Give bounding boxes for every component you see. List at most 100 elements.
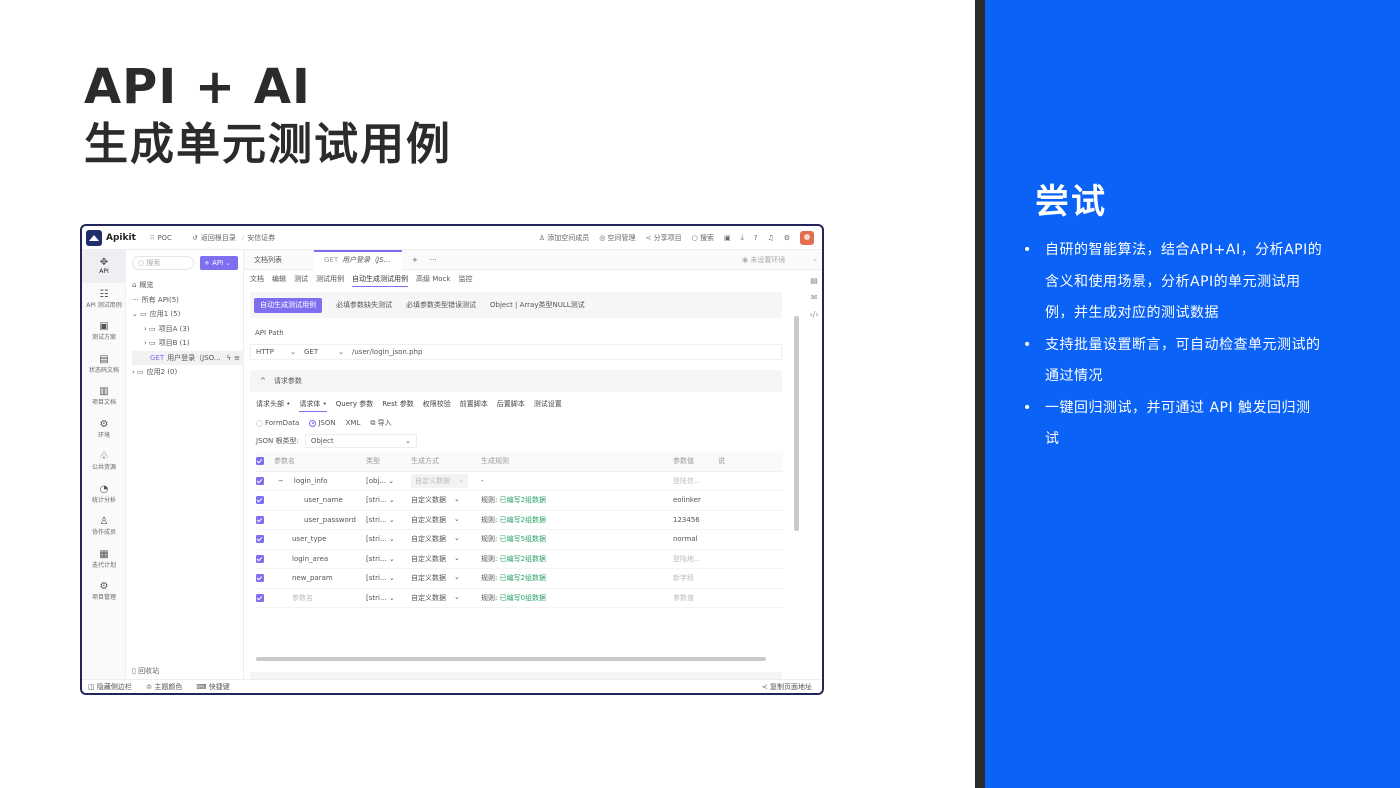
theme-color-button[interactable]: ♔ 主题颜色 (146, 682, 183, 692)
tree-item-project-a[interactable]: › ▭ 项目A (3) (132, 322, 244, 337)
gen-rule-cell[interactable]: 规则: 已编写2组数据 (481, 549, 673, 569)
rail-item-project-docs[interactable]: ▥ 项目文档 (82, 380, 126, 413)
select-all-checkbox[interactable] (256, 457, 264, 466)
subtab-test[interactable]: 测试 (294, 274, 308, 287)
row-checkbox[interactable] (256, 574, 264, 583)
ptab-headers[interactable]: 请求头部 • (256, 399, 290, 412)
subtab-edit[interactable]: 编辑 (272, 274, 286, 287)
rail-item-members[interactable]: ♙ 协作成员 (82, 510, 126, 543)
gen-rule-cell[interactable]: 规则: 已编写5组数据 (481, 529, 673, 550)
root-type-select[interactable]: Object ⌄ (304, 434, 417, 448)
row-checkbox[interactable] (256, 535, 264, 544)
option-null-object[interactable]: Object | Array类型NULL测试 (490, 300, 585, 310)
gen-mode-select[interactable]: 自定义数据 ⌄ (411, 510, 481, 530)
radio-json[interactable]: JSON (309, 419, 336, 427)
gen-rule-cell[interactable]: 规则: 已编写2组数据 (481, 510, 673, 530)
param-name-cell[interactable]: user_type (274, 529, 366, 550)
type-select[interactable]: [stri... ⌄ (366, 529, 411, 550)
param-value-cell[interactable]: normal (673, 529, 718, 550)
ptab-post-script[interactable]: 后置脚本 (497, 399, 525, 412)
share-project-button[interactable]: ≺ 分享项目 (646, 233, 682, 243)
gen-mode-select[interactable]: 自定义数据 ⌄ (411, 568, 481, 589)
subtab-test-cases[interactable]: 测试用例 (316, 274, 344, 287)
param-name-cell[interactable]: user_password (274, 510, 366, 530)
param-name-cell[interactable]: 参数名 (274, 588, 366, 608)
settings-icon[interactable]: ⚙ (784, 234, 790, 242)
param-value-cell[interactable]: eolinker (673, 490, 718, 511)
tree-item-all-apis[interactable]: ··· 所有 API(5) (132, 293, 244, 308)
ptab-query[interactable]: Query 参数 (336, 399, 374, 412)
radio-formdata[interactable]: FormData (256, 419, 299, 427)
type-select[interactable]: [stri... ⌄ (366, 510, 411, 530)
ptab-rest[interactable]: Rest 参数 (382, 399, 413, 412)
rail-item-test-plan[interactable]: ▣ 测试方案 (82, 315, 126, 348)
copy-url-button[interactable]: ≺ 复制页面地址 (762, 682, 822, 692)
environment-select[interactable]: ◉ 未设置环境 ⌄ (742, 255, 822, 265)
code-icon[interactable]: ‹/› (809, 310, 818, 319)
method-select[interactable]: GET ⌄ (304, 348, 344, 356)
tree-item-overview[interactable]: ⌂ 概览 (132, 278, 244, 293)
global-search-button[interactable]: ○ 搜索 (692, 233, 714, 243)
bolt-icon[interactable]: ϟ (227, 351, 232, 366)
gen-rule-cell[interactable]: 规则: 已编写0组数据 (481, 588, 673, 608)
menu-icon[interactable]: ≡ (234, 351, 240, 366)
param-value-cell[interactable]: 新字段 (673, 568, 718, 589)
tree-item-app1[interactable]: ⌄ ▭ 应用1 (5) (132, 307, 244, 322)
row-checkbox[interactable] (256, 515, 264, 524)
tree-item-app2[interactable]: › ▭ 应用2 (0) (132, 365, 244, 380)
radio-xml[interactable]: XML (346, 419, 361, 427)
param-value-cell[interactable]: 登陆信... (673, 471, 718, 491)
request-params-header[interactable]: ^ 请求参数 (250, 370, 782, 392)
param-value-cell[interactable]: 参数值 (673, 588, 718, 608)
desc-cell[interactable] (718, 510, 783, 530)
desc-cell[interactable] (718, 568, 783, 589)
type-select[interactable]: [stri... ⌄ (366, 588, 411, 608)
collapse-icon[interactable]: − (278, 477, 284, 485)
tab-user-login[interactable]: GET 用户登录（JS... (314, 249, 402, 270)
rail-item-api-test-cases[interactable]: ☷ API 测试用例 (82, 283, 126, 316)
ptab-pre-script[interactable]: 前置脚本 (460, 399, 488, 412)
subtab-auto-generate[interactable]: 自动生成测试用例 (352, 274, 408, 287)
param-name-cell[interactable]: user_name (274, 490, 366, 511)
tree-search-input[interactable]: ○ 搜索 (132, 256, 194, 270)
protocol-select[interactable]: HTTP ⌄ (256, 348, 296, 356)
subtab-monitor[interactable]: 监控 (458, 274, 472, 287)
avatar[interactable] (800, 230, 814, 245)
rail-item-project-manage[interactable]: ⚙ 项目管理 (82, 575, 126, 608)
mail-icon[interactable]: ✉ (811, 293, 818, 302)
gen-rule-cell[interactable]: - (481, 471, 673, 491)
option-wrong-type[interactable]: 必填参数类型错误测试 (406, 300, 476, 310)
gen-rule-cell[interactable]: 规则: 已编写2组数据 (481, 568, 673, 589)
type-select[interactable]: [stri... ⌄ (366, 549, 411, 569)
rail-item-status-code[interactable]: ▤ 状态码文档 (82, 348, 126, 381)
row-checkbox[interactable] (256, 554, 264, 563)
row-checkbox[interactable] (256, 476, 264, 485)
rail-item-api[interactable]: ✥ API (82, 250, 126, 283)
rail-item-public-resources[interactable]: ♧ 公共资源 (82, 445, 126, 478)
ptab-test-settings[interactable]: 测试设置 (534, 399, 562, 412)
table-row[interactable]: 参数名 [stri... ⌄ 自定义数据 ⌄ 规则: 已编写0组数据 参数值 (256, 588, 783, 608)
desc-cell[interactable] (718, 471, 783, 491)
add-member-button[interactable]: ♙ 添加空间成员 (539, 233, 590, 243)
table-row[interactable]: user_name [stri... ⌄ 自定义数据 ⌄ 规则: 已编写2组数据 eoli… (256, 490, 783, 511)
ptab-body[interactable]: 请求体 • (299, 399, 327, 412)
row-checkbox[interactable] (256, 593, 264, 602)
gen-mode-select[interactable]: 自定义数据 ⌄ (411, 549, 481, 569)
logo[interactable]: Apikit (86, 229, 136, 246)
import-button[interactable]: ⧉ 导入 (370, 418, 391, 428)
rail-item-iteration[interactable]: ▦ 迭代计划 (82, 543, 126, 576)
auto-generate-button[interactable]: 自动生成测试用例 (254, 297, 322, 313)
rail-item-environment[interactable]: ⚙ 环境 (82, 413, 126, 446)
help-icon[interactable]: ? (754, 234, 758, 242)
tree-item-user-login[interactable]: GET 用户登录（JSO... ϟ ≡ (132, 350, 244, 366)
desc-cell[interactable] (718, 588, 783, 608)
param-value-cell[interactable]: 123456 (673, 510, 718, 530)
add-api-button[interactable]: + API ⌄ (200, 256, 238, 270)
gen-mode-select[interactable]: 自定义数据 ⌄ (411, 529, 481, 550)
ptab-auth[interactable]: 权限校验 (423, 399, 451, 412)
gen-mode-select[interactable]: 自定义数据 ⌄ (411, 471, 481, 491)
desc-cell[interactable] (718, 490, 783, 511)
subtab-mock[interactable]: 高级 Mock (416, 274, 450, 287)
type-select[interactable]: [stri... ⌄ (366, 568, 411, 589)
tab-doc-list[interactable]: 文档列表 (244, 250, 314, 270)
